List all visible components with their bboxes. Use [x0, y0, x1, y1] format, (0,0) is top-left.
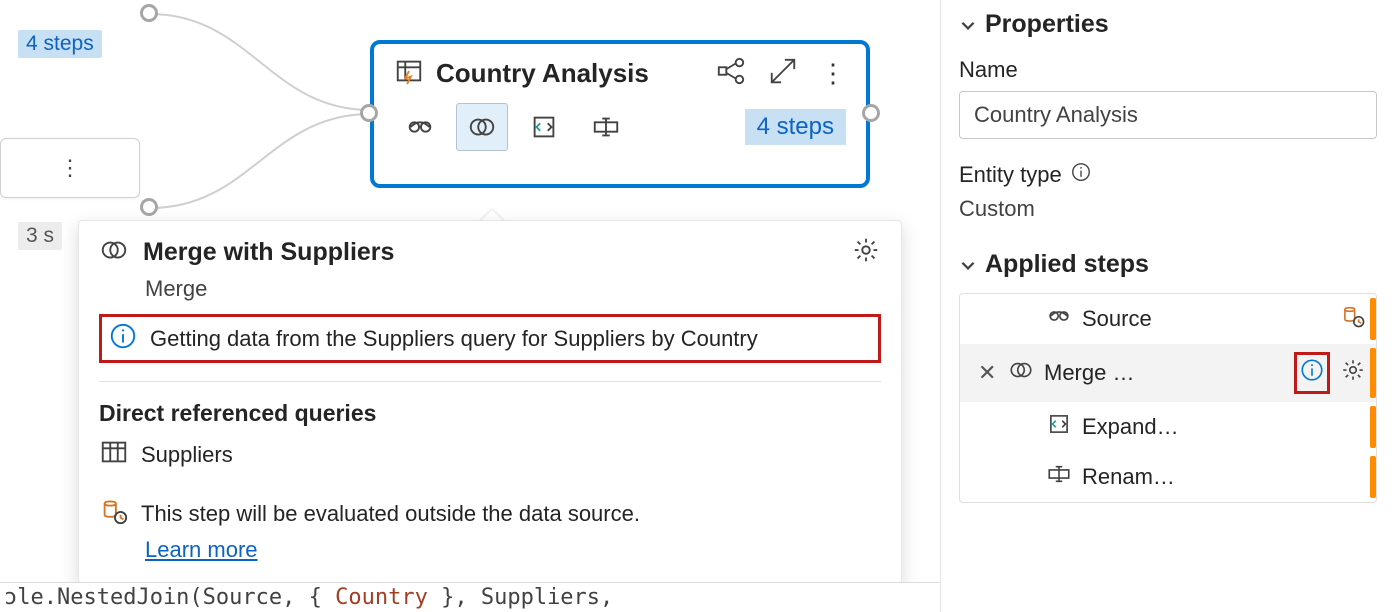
code-keyword: Country [335, 585, 428, 610]
db-clock-icon [1340, 303, 1366, 335]
step-name: Renam… [1082, 464, 1366, 490]
applied-step-merge[interactable]: ✕ Merge … [960, 344, 1376, 402]
step-chip-source[interactable] [394, 103, 446, 151]
referenced-query-name: Suppliers [141, 442, 233, 468]
port-dot[interactable] [140, 198, 158, 216]
upstream-node[interactable]: ⋮ [0, 138, 140, 198]
share-icon[interactable] [716, 56, 746, 91]
port-dot[interactable] [360, 104, 378, 122]
step-chip-rename[interactable] [580, 103, 632, 151]
merge-icon [1008, 357, 1034, 389]
step-count-badge: 4 steps [745, 109, 846, 145]
code-text: }, Suppliers, [428, 585, 613, 610]
step-info-highlight [1294, 352, 1330, 394]
learn-more-link[interactable]: Learn more [145, 537, 258, 563]
step-name: Merge … [1044, 360, 1284, 386]
tooltip-subtitle: Merge [145, 276, 881, 302]
formula-bar[interactable]: ɔle.NestedJoin(Source, { Country }, Supp… [0, 582, 940, 612]
query-node-title: Country Analysis [436, 58, 704, 89]
entity-type-label: Entity type [959, 162, 1062, 188]
gear-icon[interactable] [1340, 357, 1366, 389]
applied-steps-list: Source ✕ Merge … Expand… Renam… [959, 293, 1377, 503]
port-dot[interactable] [862, 104, 880, 122]
step-tooltip: Merge with Suppliers Merge Getting data … [78, 220, 902, 584]
chevron-down-icon [959, 16, 977, 34]
table-icon [99, 437, 129, 472]
step-chip-expand[interactable] [518, 103, 570, 151]
step-name: Source [1082, 306, 1330, 332]
table-lightning-icon [394, 56, 424, 91]
properties-panel: Properties Name Entity type Custom Appli… [940, 0, 1395, 612]
entity-type-value: Custom [959, 196, 1377, 222]
applied-steps-section-header[interactable]: Applied steps [959, 250, 1377, 279]
rename-icon [1046, 461, 1072, 493]
properties-label: Properties [985, 10, 1109, 39]
delete-step-button[interactable]: ✕ [978, 360, 998, 386]
applied-step-source[interactable]: Source [960, 294, 1376, 344]
tooltip-title: Merge with Suppliers [143, 238, 837, 267]
properties-section-header[interactable]: Properties [959, 10, 1377, 39]
upstream-step-badge: 4 steps [18, 30, 102, 58]
step-chip-merge[interactable] [456, 103, 508, 151]
upstream-step-badge: 3 s [18, 222, 62, 250]
tooltip-info-text: Getting data from the Suppliers query fo… [150, 326, 758, 352]
db-clock-icon [99, 496, 129, 531]
info-icon [108, 321, 138, 356]
info-icon[interactable] [1070, 161, 1092, 188]
tooltip-info-highlight: Getting data from the Suppliers query fo… [99, 314, 881, 363]
tooltip-warning-text: This step will be evaluated outside the … [141, 501, 640, 527]
gear-icon[interactable] [851, 235, 881, 270]
applied-step-rename[interactable]: Renam… [960, 452, 1376, 502]
name-input[interactable] [959, 91, 1377, 139]
applied-steps-label: Applied steps [985, 250, 1149, 279]
link-icon [1046, 303, 1072, 335]
more-vertical-icon[interactable]: ⋮ [59, 163, 81, 173]
more-vertical-icon[interactable]: ⋮ [820, 68, 846, 78]
name-field-label: Name [959, 57, 1377, 83]
port-dot[interactable] [140, 4, 158, 22]
step-name: Expand… [1082, 414, 1366, 440]
tooltip-section-title: Direct referenced queries [99, 400, 881, 427]
merge-icon [99, 235, 129, 270]
expand-column-icon [1046, 411, 1072, 443]
chevron-down-icon [959, 256, 977, 274]
code-text: ɔle.NestedJoin(Source, { [4, 585, 335, 610]
info-icon[interactable] [1299, 357, 1325, 389]
diagram-canvas[interactable]: 4 steps ⋮ 3 s Country Analysis ⋮ [0, 0, 940, 612]
applied-step-expand[interactable]: Expand… [960, 402, 1376, 452]
query-node-country-analysis[interactable]: Country Analysis ⋮ [370, 40, 870, 188]
expand-icon[interactable] [768, 56, 798, 91]
